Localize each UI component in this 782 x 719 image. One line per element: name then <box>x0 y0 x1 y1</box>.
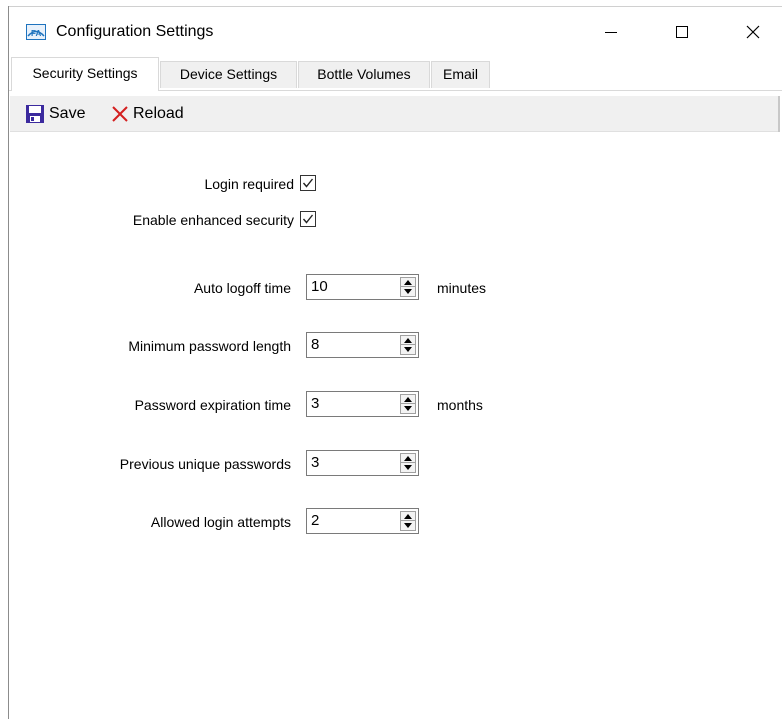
arrow-down-icon <box>404 523 412 528</box>
arrow-up-icon <box>404 396 412 402</box>
save-icon <box>26 105 44 123</box>
auto-logoff-stepper[interactable]: 10 <box>306 274 419 300</box>
title-bar[interactable]: FA Configuration Settings <box>9 7 782 57</box>
maximize-icon <box>676 26 688 38</box>
tab-strip: Security Settings Device Settings Bottle… <box>9 57 782 91</box>
reload-label: Reload <box>133 105 184 122</box>
maximize-button[interactable] <box>653 7 711 57</box>
window-left-border <box>8 6 9 719</box>
allowed-login-attempts-value: 2 <box>311 512 320 529</box>
auto-logoff-value: 10 <box>311 278 328 295</box>
arrow-up-icon <box>404 513 412 519</box>
spin-up-button[interactable] <box>401 336 415 345</box>
spin-up-button[interactable] <box>401 278 415 287</box>
previous-unique-passwords-spinner <box>400 453 416 473</box>
auto-logoff-unit: minutes <box>437 280 487 296</box>
tab-security-settings[interactable]: Security Settings <box>11 57 159 91</box>
min-password-length-stepper[interactable]: 8 <box>306 332 419 358</box>
spin-up-button[interactable] <box>401 454 415 463</box>
min-password-length-value: 8 <box>311 336 320 353</box>
login-required-label: Login required <box>204 176 294 192</box>
spin-down-button[interactable] <box>401 521 415 530</box>
password-expiration-spinner <box>400 394 416 414</box>
auto-logoff-label: Auto logoff time <box>193 280 291 296</box>
minimize-button[interactable] <box>582 7 640 57</box>
configuration-settings-window: FA Configuration Settings Security Setti… <box>0 0 782 719</box>
min-password-length-label: Minimum password length <box>128 338 291 354</box>
password-expiration-stepper[interactable]: 3 <box>306 391 419 417</box>
minimize-icon <box>605 32 617 33</box>
toolbar: Save Reload <box>10 96 778 132</box>
window-title: Configuration Settings <box>56 23 214 40</box>
login-required-checkbox[interactable] <box>300 175 316 191</box>
password-expiration-unit: months <box>437 397 483 413</box>
arrow-down-icon <box>404 347 412 352</box>
spin-up-button[interactable] <box>401 512 415 521</box>
save-label: Save <box>49 105 86 122</box>
arrow-up-icon <box>404 279 412 285</box>
reload-button[interactable]: Reload <box>111 100 184 128</box>
arrow-up-icon <box>404 337 412 343</box>
tab-bottle-volumes[interactable]: Bottle Volumes <box>298 61 430 88</box>
tab-email[interactable]: Email <box>431 61 490 88</box>
arrow-up-icon <box>404 455 412 461</box>
reload-icon <box>112 106 128 122</box>
previous-unique-passwords-label: Previous unique passwords <box>119 456 291 472</box>
close-button[interactable] <box>724 7 782 57</box>
auto-logoff-spinner <box>400 277 416 297</box>
checkmark-icon <box>302 178 314 188</box>
save-button[interactable]: Save <box>25 100 85 128</box>
spin-down-button[interactable] <box>401 287 415 296</box>
checkmark-icon <box>302 214 314 224</box>
app-logo-icon: FA <box>26 24 46 40</box>
previous-unique-passwords-value: 3 <box>311 454 320 471</box>
arrow-down-icon <box>404 406 412 411</box>
spin-down-button[interactable] <box>401 404 415 413</box>
arrow-down-icon <box>404 465 412 470</box>
allowed-login-attempts-stepper[interactable]: 2 <box>306 508 419 534</box>
allowed-login-attempts-label: Allowed login attempts <box>150 514 291 530</box>
enhanced-security-checkbox[interactable] <box>300 211 316 227</box>
min-password-length-spinner <box>400 335 416 355</box>
svg-text:FA: FA <box>31 29 41 38</box>
tab-device-settings[interactable]: Device Settings <box>160 61 297 88</box>
allowed-login-attempts-spinner <box>400 511 416 531</box>
password-expiration-value: 3 <box>311 395 320 412</box>
spin-down-button[interactable] <box>401 463 415 472</box>
spin-up-button[interactable] <box>401 395 415 404</box>
spin-down-button[interactable] <box>401 345 415 354</box>
enhanced-security-label: Enable enhanced security <box>132 212 294 228</box>
arrow-down-icon <box>404 289 412 294</box>
password-expiration-label: Password expiration time <box>134 397 291 413</box>
toolbar-right-edge <box>778 96 780 132</box>
previous-unique-passwords-stepper[interactable]: 3 <box>306 450 419 476</box>
close-icon <box>746 25 760 39</box>
